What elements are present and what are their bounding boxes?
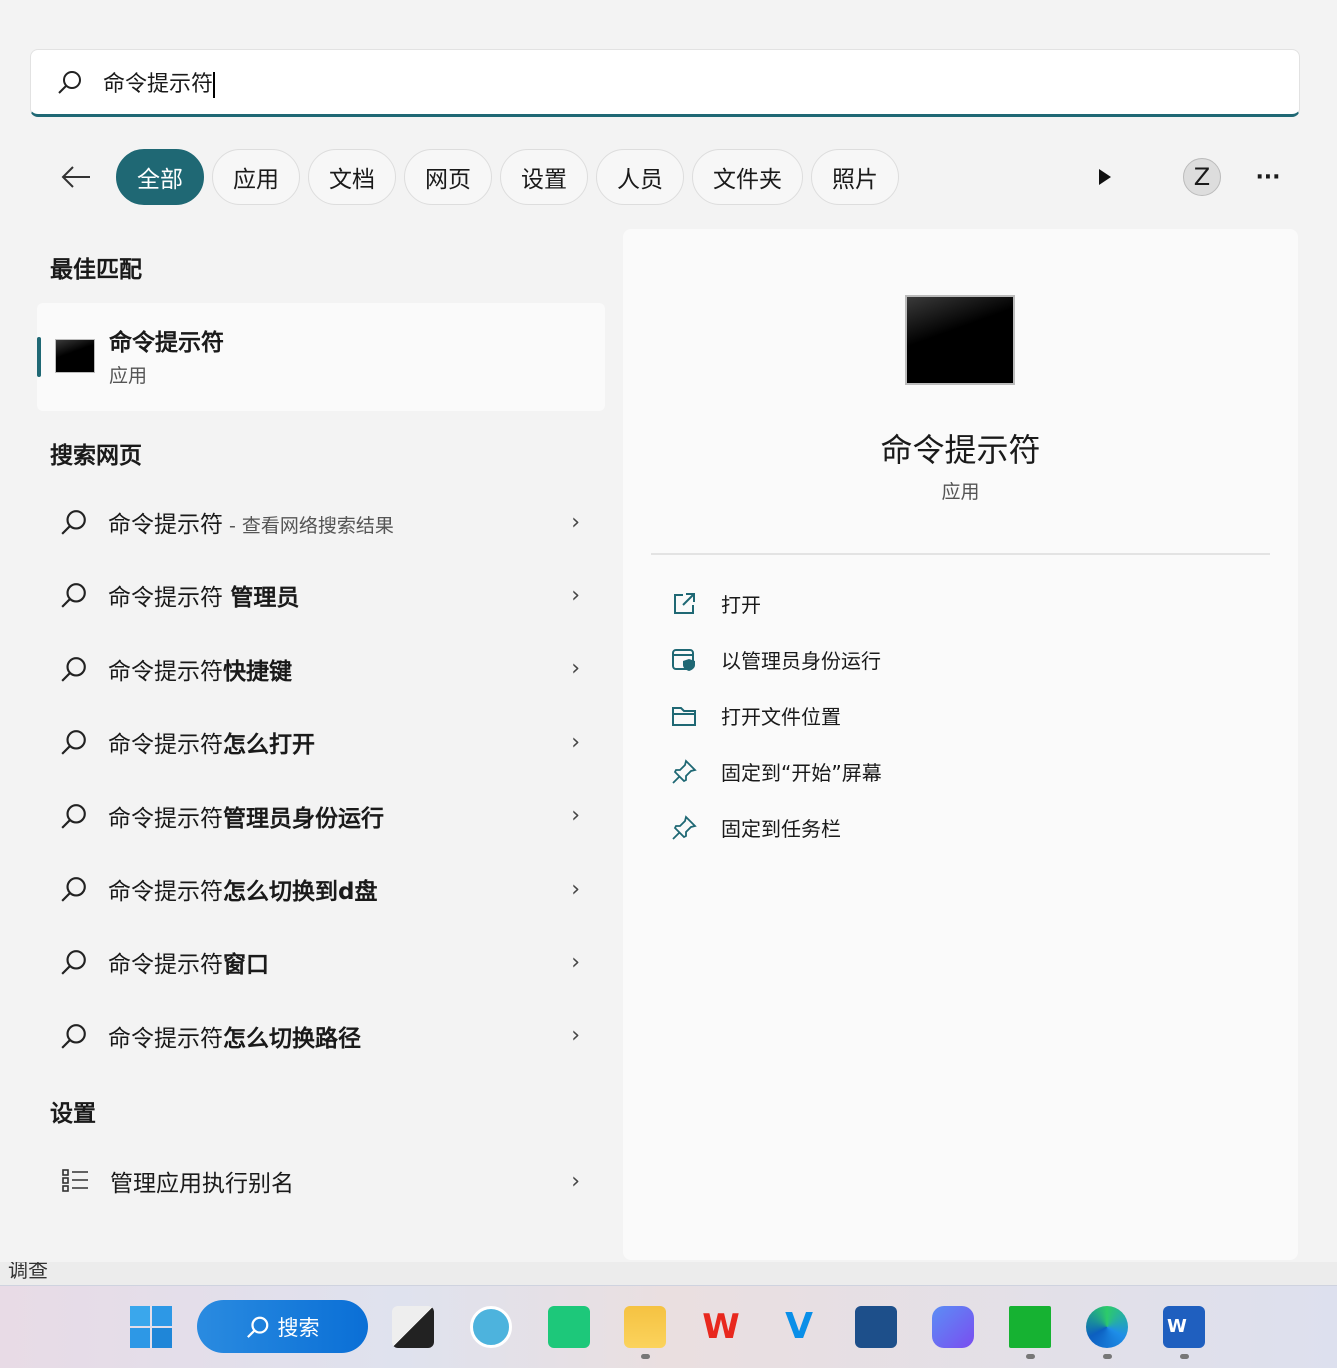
taskbar: 搜索 W V W bbox=[0, 1285, 1337, 1368]
folder-icon bbox=[672, 706, 696, 726]
search-input[interactable]: 命令提示符 bbox=[103, 66, 216, 98]
filter-bar: 全部 应用 文档 网页 设置 人员 文件夹 照片 bbox=[52, 149, 899, 205]
chevron-right-icon: › bbox=[571, 656, 580, 682]
shield-window-icon bbox=[672, 648, 695, 671]
action-pin-to-taskbar[interactable]: 固定到任务栏 bbox=[671, 813, 841, 842]
search-icon bbox=[246, 1316, 268, 1338]
web-search-item[interactable]: 命令提示符窗口 › bbox=[60, 937, 580, 987]
search-icon bbox=[61, 1023, 86, 1049]
web-search-label: 命令提示符管理员身份运行 bbox=[108, 805, 384, 832]
more-filters-button[interactable] bbox=[1085, 155, 1125, 199]
cmd-app-icon bbox=[55, 339, 95, 373]
ai-app-icon[interactable] bbox=[932, 1306, 974, 1348]
filter-settings[interactable]: 设置 bbox=[500, 149, 588, 205]
chevron-right-icon: › bbox=[571, 1023, 580, 1049]
web-search-label: 命令提示符快捷键 bbox=[108, 658, 292, 685]
chevron-right-icon: › bbox=[571, 582, 580, 608]
avatar: Z bbox=[1183, 158, 1221, 196]
best-match-name: 命令提示符 bbox=[109, 330, 224, 356]
detail-panel: 命令提示符 应用 打开 以管理员身份运行 打开文件位置 固定到“开始”屏幕 固定… bbox=[623, 229, 1298, 1260]
list-icon bbox=[62, 1169, 88, 1192]
web-search-label: 命令提示符怎么切换到d盘 bbox=[108, 879, 378, 905]
web-search-item[interactable]: 命令提示符 管理员 › bbox=[60, 570, 580, 620]
action-open[interactable]: 打开 bbox=[671, 589, 761, 618]
filter-documents[interactable]: 文档 bbox=[308, 149, 396, 205]
background-window-text: 调查 bbox=[8, 1262, 48, 1282]
search-icon bbox=[61, 877, 86, 902]
task-view-icon[interactable] bbox=[392, 1306, 434, 1348]
filter-people[interactable]: 人员 bbox=[596, 149, 684, 205]
chevron-right-icon: › bbox=[571, 803, 580, 829]
web-search-item[interactable]: 命令提示符怎么切换到d盘 › bbox=[60, 864, 580, 914]
account-button[interactable]: Z bbox=[1182, 155, 1222, 199]
play-icon bbox=[1099, 169, 1111, 185]
word-icon[interactable]: W bbox=[1163, 1306, 1205, 1348]
action-open-file-location[interactable]: 打开文件位置 bbox=[671, 701, 841, 730]
filter-all[interactable]: 全部 bbox=[116, 149, 204, 205]
green-app-icon[interactable] bbox=[548, 1306, 590, 1348]
pin-icon bbox=[672, 758, 697, 784]
search-icon bbox=[61, 803, 86, 829]
search-icon bbox=[58, 71, 81, 94]
detail-app-name: 命令提示符 bbox=[880, 431, 1041, 469]
search-icon bbox=[61, 950, 86, 975]
filter-apps[interactable]: 应用 bbox=[212, 149, 300, 205]
chevron-right-icon: › bbox=[571, 949, 580, 975]
filter-folders[interactable]: 文件夹 bbox=[692, 149, 803, 205]
v-app-icon[interactable]: V bbox=[778, 1306, 820, 1348]
filter-photos[interactable]: 照片 bbox=[811, 149, 899, 205]
action-pin-to-start[interactable]: 固定到“开始”屏幕 bbox=[671, 757, 882, 786]
web-search-item[interactable]: 命令提示符 - 查看网络搜索结果 › bbox=[60, 497, 580, 547]
chevron-right-icon: › bbox=[571, 509, 580, 535]
arrow-left-icon bbox=[61, 166, 90, 188]
open-external-icon bbox=[674, 592, 695, 614]
web-search-label: 命令提示符怎么切换路径 bbox=[108, 1025, 361, 1052]
cmd-large-icon bbox=[905, 295, 1015, 385]
pin-icon bbox=[672, 814, 697, 840]
settings-item-label: 管理应用执行别名 bbox=[110, 1171, 294, 1197]
web-search-heading: 搜索网页 bbox=[50, 443, 142, 469]
taskbar-search-button[interactable]: 搜索 bbox=[197, 1300, 368, 1353]
search-icon bbox=[61, 510, 86, 535]
search-icon bbox=[61, 730, 86, 755]
web-search-item[interactable]: 命令提示符怎么打开 › bbox=[60, 717, 580, 767]
chevron-right-icon: › bbox=[571, 1168, 580, 1194]
web-search-item[interactable]: 命令提示符快捷键 › bbox=[60, 644, 580, 694]
web-search-label: 命令提示符窗口 bbox=[108, 952, 269, 979]
detail-app-type: 应用 bbox=[941, 481, 980, 503]
search-icon bbox=[61, 583, 86, 608]
wechat-icon[interactable] bbox=[1009, 1306, 1051, 1348]
web-search-label: 命令提示符 管理员 bbox=[108, 585, 300, 612]
start-button[interactable] bbox=[130, 1306, 172, 1348]
microsoft-store-icon[interactable] bbox=[855, 1306, 897, 1348]
action-run-as-admin[interactable]: 以管理员身份运行 bbox=[671, 645, 881, 674]
web-search-label: 命令提示符 - 查看网络搜索结果 bbox=[108, 512, 394, 538]
chevron-right-icon: › bbox=[571, 729, 580, 755]
divider bbox=[651, 553, 1270, 555]
best-match-heading: 最佳匹配 bbox=[50, 257, 142, 283]
chevron-right-icon: › bbox=[571, 876, 580, 902]
search-box[interactable]: 命令提示符 bbox=[30, 49, 1300, 117]
search-icon bbox=[61, 656, 86, 682]
screen-capture-app-icon[interactable] bbox=[470, 1306, 512, 1348]
settings-heading: 设置 bbox=[50, 1101, 96, 1127]
file-explorer-icon[interactable] bbox=[624, 1306, 666, 1348]
best-match-item[interactable]: 命令提示符 应用 bbox=[37, 303, 605, 411]
wps-icon[interactable]: W bbox=[700, 1306, 742, 1348]
edge-icon[interactable] bbox=[1086, 1306, 1128, 1348]
settings-item[interactable]: 管理应用执行别名 › bbox=[60, 1156, 580, 1206]
more-options-icon[interactable]: ··· bbox=[1248, 155, 1288, 199]
back-button[interactable] bbox=[52, 152, 100, 202]
web-search-item[interactable]: 命令提示符怎么切换路径 › bbox=[60, 1011, 580, 1061]
web-search-label: 命令提示符怎么打开 bbox=[108, 732, 315, 759]
filter-web[interactable]: 网页 bbox=[404, 149, 492, 205]
best-match-type: 应用 bbox=[109, 365, 148, 387]
web-search-item[interactable]: 命令提示符管理员身份运行 › bbox=[60, 791, 580, 841]
